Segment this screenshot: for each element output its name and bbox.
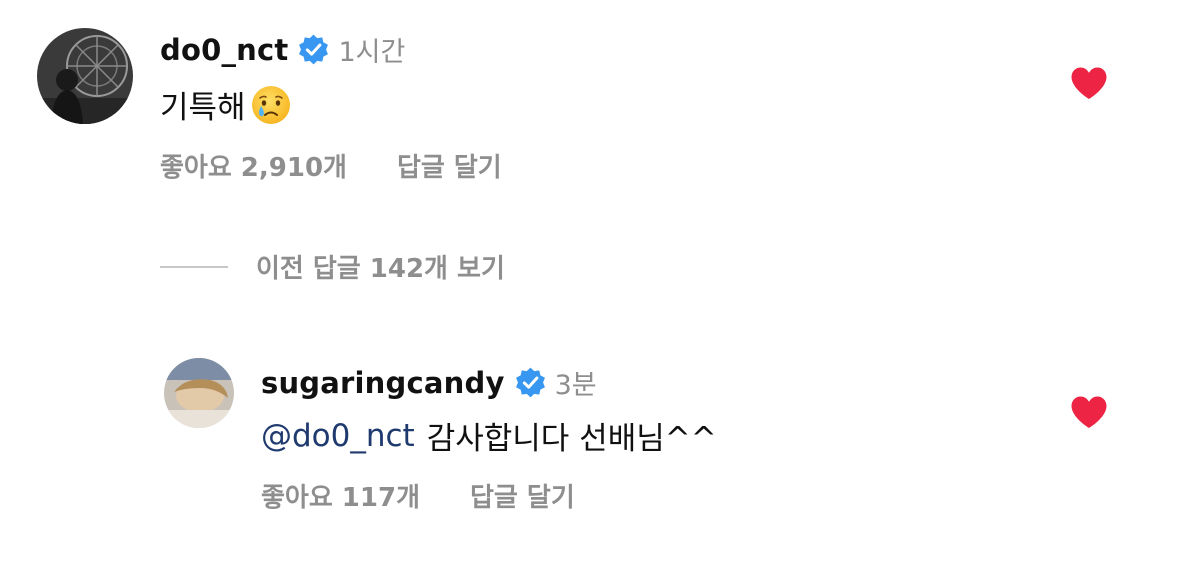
divider-line (160, 265, 228, 268)
view-replies-label: 이전 답글 142개 보기 (256, 254, 505, 284)
comment-meta: 좋아요 117개 답글 달기 (261, 477, 575, 514)
verified-badge-icon (514, 366, 547, 399)
like-heart-icon[interactable] (1070, 395, 1108, 429)
comment-text: @do0_nct 감사합니다 선배님^^ (261, 413, 717, 458)
comment-body: 감사합니다 선배님^^ (426, 421, 717, 457)
reply-button[interactable]: 답글 달기 (470, 477, 575, 514)
reply-sugaringcandy: sugaringcandy 3분 @do0_nct 감사합니다 선배님^^ 좋아… (0, 0, 1179, 513)
comment-header: sugaringcandy 3분 (261, 363, 597, 402)
timestamp: 3분 (554, 370, 597, 401)
likes-count[interactable]: 좋아요 117개 (261, 477, 420, 514)
view-previous-replies[interactable]: 이전 답글 142개 보기 (160, 248, 505, 285)
mention-link[interactable]: @do0_nct (261, 418, 415, 454)
avatar[interactable] (164, 358, 234, 428)
username[interactable]: sugaringcandy (261, 366, 505, 400)
